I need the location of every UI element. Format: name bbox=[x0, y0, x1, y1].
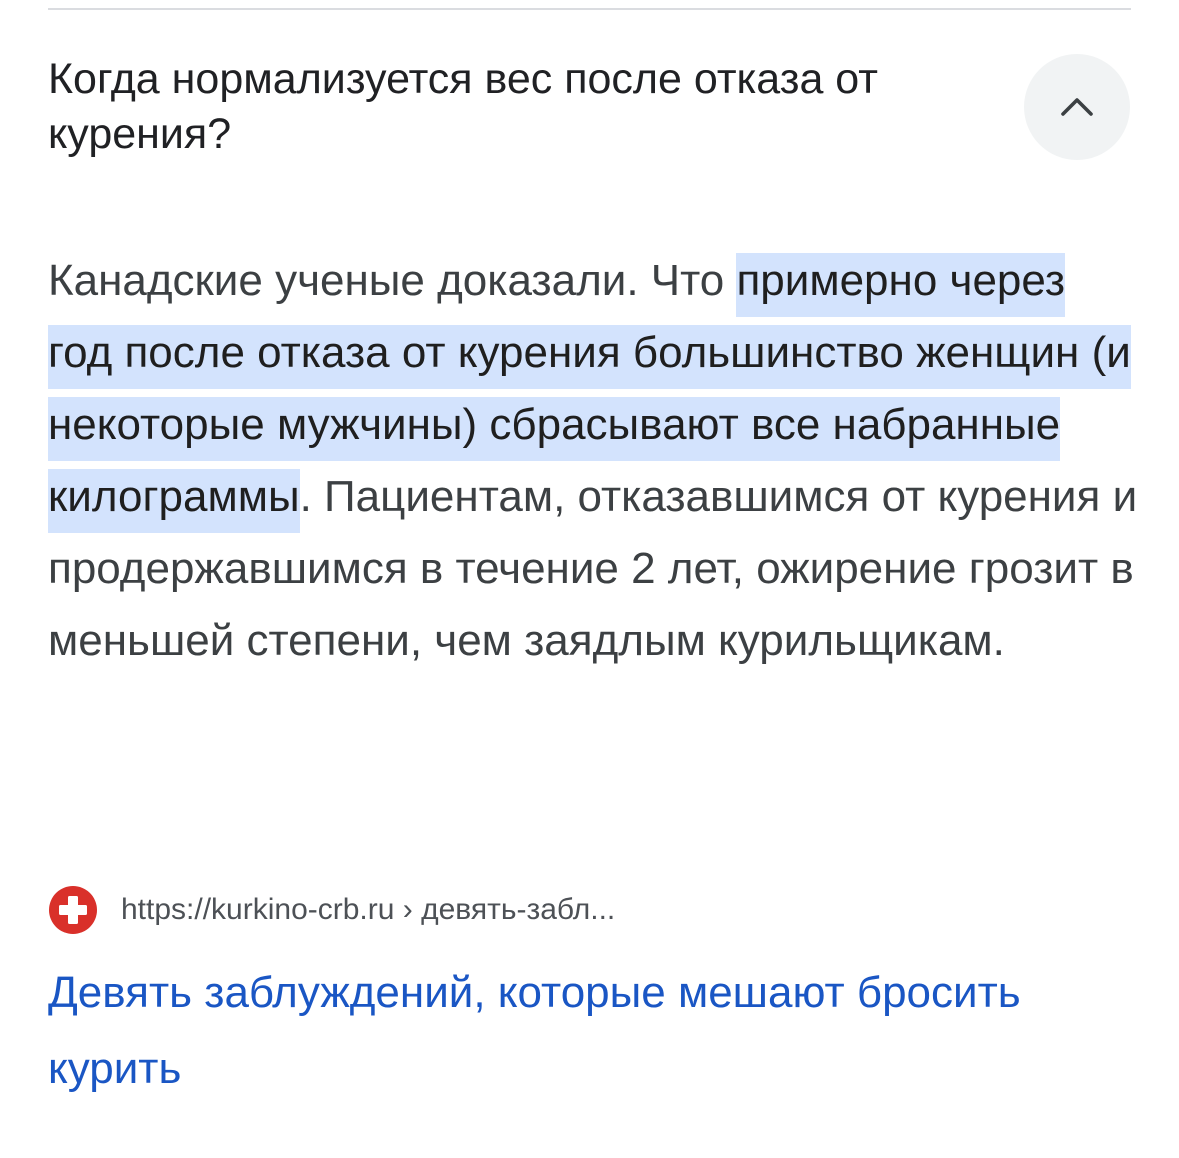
answer-snippet: Канадские ученые доказали. Что примерно … bbox=[48, 245, 1138, 677]
top-divider bbox=[48, 8, 1131, 10]
question-title[interactable]: Когда нормализуется вес после отказа от … bbox=[48, 52, 988, 162]
answer-lead: Канадские ученые доказали. Что bbox=[48, 256, 737, 305]
source-url[interactable]: https://kurkino-crb.ru › девять-забл... bbox=[121, 893, 615, 927]
red-cross-icon bbox=[49, 886, 97, 934]
result-title-link[interactable]: Девять заблуждений, которые мешают броси… bbox=[48, 955, 1048, 1107]
source-row[interactable]: https://kurkino-crb.ru › девять-забл... bbox=[48, 885, 615, 935]
collapse-button[interactable] bbox=[1024, 54, 1130, 160]
chevron-up-icon bbox=[1061, 98, 1093, 116]
